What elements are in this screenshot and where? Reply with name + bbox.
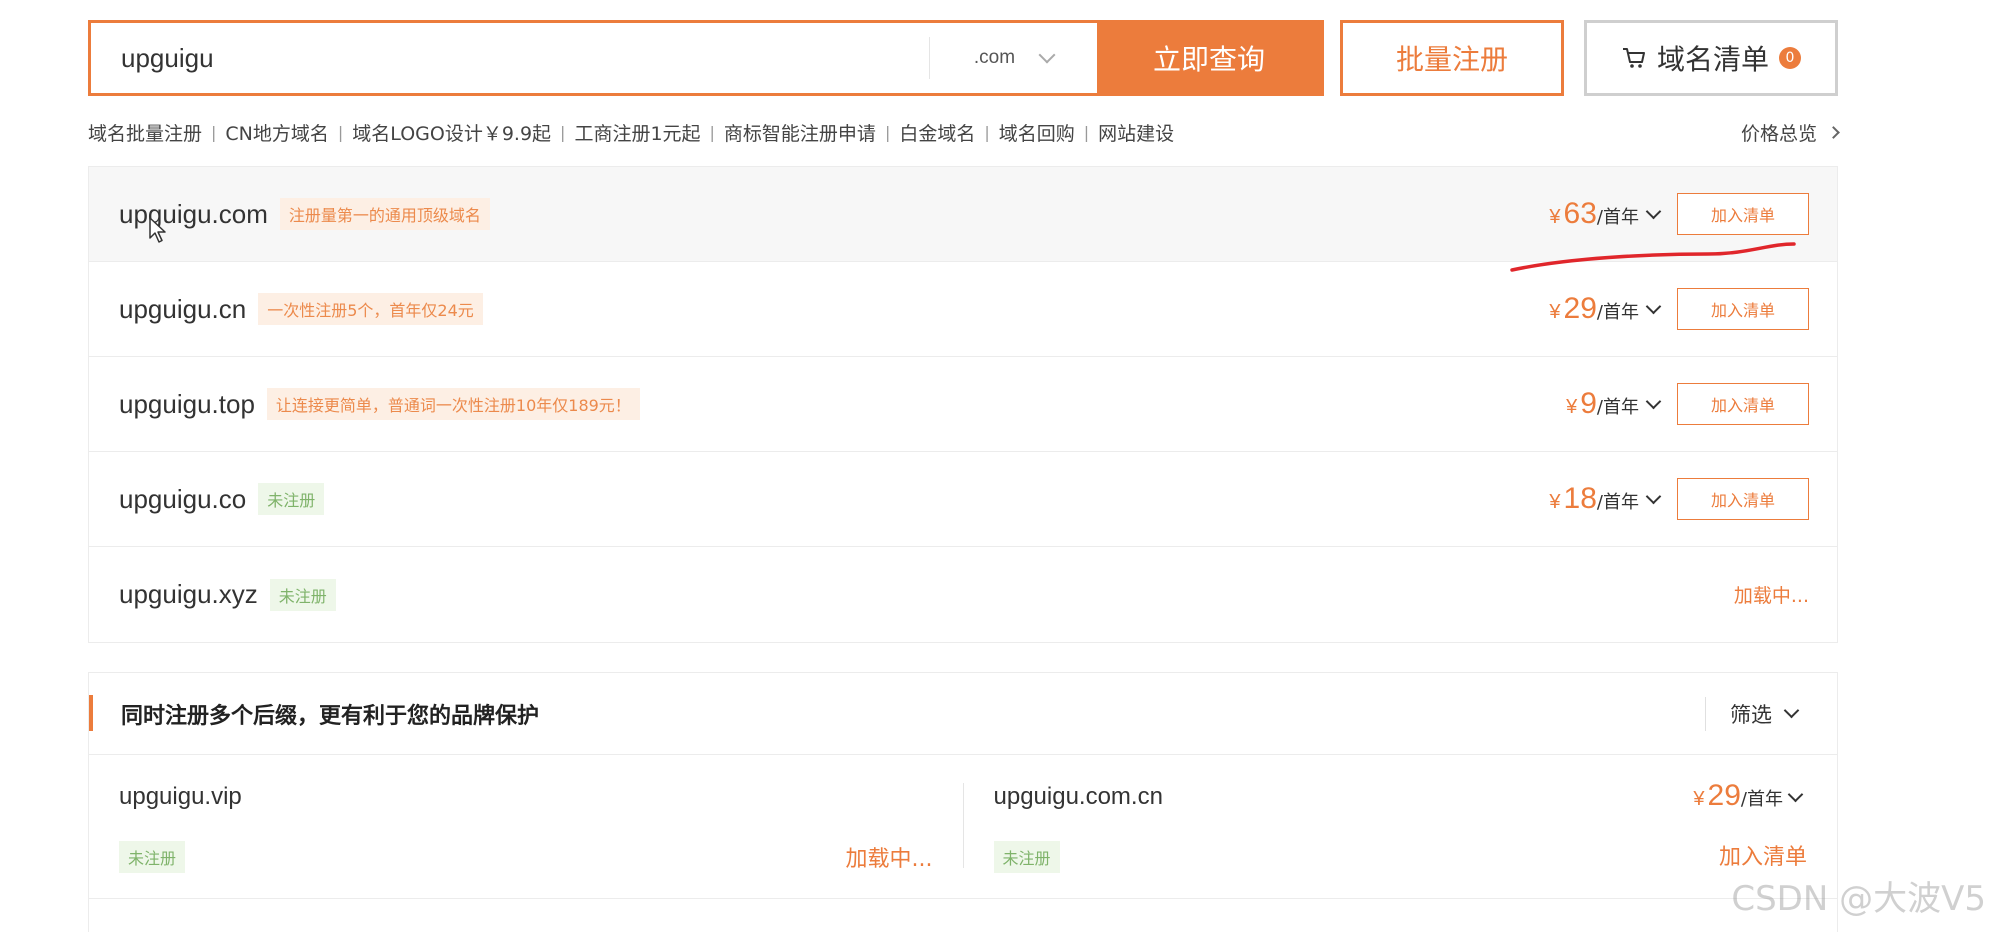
price-period-dropdown-icon[interactable] [1645,393,1662,409]
price-value: 29 [1707,779,1741,812]
divider: | [337,122,344,142]
price-overview-link[interactable]: 价格总览 [1740,119,1840,146]
currency-symbol: ¥ [1549,491,1561,513]
sub-navigation: 域名批量注册 | CN地方域名 | 域名LOGO设计￥9.9起 | 工商注册1元… [88,118,1840,146]
price: ¥ 63 /首年 [1549,197,1639,231]
divider: | [560,122,566,142]
search-box: .com 立即查询 [88,20,1324,96]
subnav-link[interactable]: 域名批量注册 [88,119,202,146]
filter-label: 筛选 [1730,702,1772,727]
cart-label: 域名清单 [1656,43,1769,76]
cart-count-badge: 0 [1779,47,1801,69]
status-tag: 未注册 [993,841,1060,873]
add-to-list-button[interactable]: 加入清单 [1677,193,1809,235]
price: ¥ 18 /首年 [1549,482,1639,516]
domain-name[interactable]: upguigu.cn [119,294,246,325]
annotation-stroke [1510,242,1796,272]
add-to-list-button[interactable]: 加入清单 [1677,383,1809,425]
divider: | [884,122,891,142]
price-value: 18 [1563,482,1597,515]
price-unit: /首年 [1596,397,1639,418]
suffix-card: upguigu.vip 未注册 加载中... [89,783,964,873]
domain-result-row: upguigu.xyz 未注册 加载中... [89,547,1837,642]
promo-tag: 注册量第一的通用顶级域名 [279,198,490,230]
status-tag: 未注册 [258,483,325,515]
search-input[interactable] [91,23,929,93]
loading-indicator: 加载中... [1733,585,1809,607]
price: ¥ 29 /首年 [1693,779,1783,813]
subnav-link[interactable]: 域名LOGO设计￥9.9起 [352,119,551,146]
section-header: 同时注册多个后缀，更有利于您的品牌保护 筛选 [89,673,1837,755]
domain-name[interactable]: upguigu.com.cn [994,783,1796,811]
filter-dropdown[interactable]: 筛选 [1705,696,1837,731]
section-accent-bar [89,695,93,731]
subnav-link[interactable]: 域名回购 [999,119,1075,146]
subnav-link[interactable]: 网站建设 [1098,119,1174,146]
price: ¥ 29 /首年 [1549,292,1639,326]
mouse-cursor-icon [149,217,166,243]
divider: | [984,122,990,142]
currency-symbol: ¥ [1566,396,1578,418]
domain-name[interactable]: upguigu.xyz [119,579,258,610]
watermark: CSDN @大波V5 [1731,879,1986,919]
chevron-down-icon [1038,46,1056,64]
price-period-dropdown-icon[interactable] [1645,203,1662,219]
tld-select-value: .com [973,47,1016,68]
domain-result-row: upguigu.co 未注册 ¥ 18 /首年 加入清单 [89,452,1837,547]
price-overview-label: 价格总览 [1740,122,1817,145]
currency-symbol: ¥ [1549,301,1561,323]
domain-name[interactable]: upguigu.top [119,389,255,420]
subnav-link[interactable]: CN地方域名 [225,119,328,146]
domain-cart-button[interactable]: 域名清单 0 [1584,20,1838,96]
price-unit: /首年 [1740,789,1783,810]
price-value: 29 [1563,292,1597,325]
subnav-link[interactable]: 工商注册1元起 [574,119,700,146]
domain-name[interactable]: upguigu.co [119,484,246,515]
divider: | [211,122,217,142]
domain-result-row: upguigu.cn 一次性注册5个，首年仅24元 ¥ 29 /首年 加入清单 [89,262,1837,357]
promo-tag: 让连接更简单，普通词一次性注册10年仅189元！ [266,388,640,420]
suffix-card: upguigu.com.cn 未注册 ¥ 29 /首年 加入清单 [964,755,1838,898]
subnav-link[interactable]: 商标智能注册申请 [724,119,876,146]
price-period-dropdown-icon[interactable] [1645,488,1662,504]
status-tag: 未注册 [119,841,186,873]
divider: | [1083,122,1090,142]
batch-register-button[interactable]: 批量注册 [1340,20,1564,96]
domain-name[interactable]: upguigu.vip [119,783,921,811]
domain-result-row: upguigu.top 让连接更简单，普通词一次性注册10年仅189元！ ¥ 9… [89,357,1837,452]
price: ¥ 9 /首年 [1566,387,1639,421]
divider: | [709,122,715,142]
add-to-list-link[interactable]: 加入清单 [1719,839,1807,871]
promo-tag: 一次性注册5个，首年仅24元 [258,293,483,325]
cart-icon [1622,48,1645,68]
currency-symbol: ¥ [1549,206,1561,228]
price-unit: /首年 [1596,302,1639,323]
search-button[interactable]: 立即查询 [1097,23,1321,93]
chevron-right-icon [1827,125,1840,139]
add-to-list-button[interactable]: 加入清单 [1677,288,1809,330]
loading-indicator: 加载中... [845,847,933,872]
price-unit: /首年 [1596,492,1639,513]
status-tag: 未注册 [269,578,336,611]
price-period-dropdown-icon[interactable] [1645,298,1662,314]
add-to-list-button[interactable]: 加入清单 [1677,478,1809,520]
price-unit: /首年 [1596,207,1639,228]
section-title: 同时注册多个后缀，更有利于您的品牌保护 [121,703,540,729]
price-value: 9 [1580,387,1597,420]
suffix-grid: upguigu.vip 未注册 加载中... upguigu.com.cn 未注… [89,755,1837,899]
chevron-down-icon [1783,702,1800,719]
currency-symbol: ¥ [1693,788,1705,810]
multi-suffix-section: 同时注册多个后缀，更有利于您的品牌保护 筛选 upguigu.vip 未注册 加… [88,672,1838,932]
price-value: 63 [1563,197,1597,230]
search-row: .com 立即查询 批量注册 域名清单 0 [88,20,1838,96]
subnav-link[interactable]: 白金域名 [899,119,975,146]
tld-select[interactable]: .com [929,37,1097,79]
domain-name[interactable]: upguigu.com [119,199,268,230]
